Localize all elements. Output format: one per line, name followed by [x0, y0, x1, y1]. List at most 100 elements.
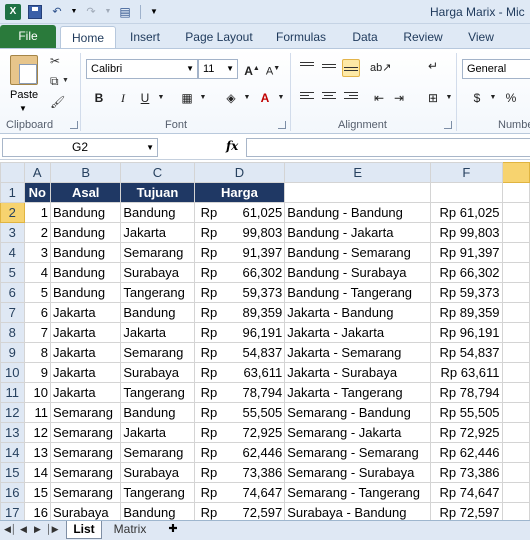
cell-asal[interactable]: Bandung — [50, 202, 122, 223]
next-sheet-icon[interactable]: ▶ — [34, 524, 41, 535]
cell-asal[interactable]: Jakarta — [50, 322, 122, 343]
column-header-e[interactable]: E — [284, 162, 432, 183]
align-right-icon[interactable] — [342, 89, 360, 107]
cell-harga[interactable]: Rp 63,611 — [193, 362, 286, 383]
cell-tujuan[interactable]: Bandung — [120, 402, 195, 423]
cell-route[interactable]: Jakarta - Tangerang — [284, 382, 432, 403]
tab-home[interactable]: Home — [60, 26, 116, 48]
row-header[interactable]: 11 — [0, 382, 25, 403]
cell[interactable] — [501, 262, 530, 283]
copy-icon[interactable]: ⧉ — [50, 73, 59, 89]
cell-asal[interactable]: Jakarta — [50, 362, 122, 383]
cell-price[interactable]: Rp 91,397 — [430, 242, 503, 263]
cell-asal[interactable]: Jakarta — [50, 302, 122, 323]
italic-button[interactable]: I — [114, 89, 132, 107]
cell-price[interactable]: Rp 96,191 — [430, 322, 503, 343]
cell[interactable] — [501, 322, 530, 343]
cell-no[interactable]: 3 — [23, 242, 52, 263]
cell-harga[interactable]: Rp 74,647 — [193, 482, 286, 503]
align-center-icon[interactable] — [320, 89, 338, 107]
cell-tujuan[interactable]: Jakarta — [120, 322, 195, 343]
cell-route[interactable]: Bandung - Semarang — [284, 242, 432, 263]
cell[interactable] — [501, 402, 530, 423]
row-header[interactable]: 14 — [0, 442, 25, 463]
cell-price[interactable]: Rp 66,302 — [430, 262, 503, 283]
cell-tujuan[interactable]: Semarang — [120, 442, 195, 463]
cell[interactable] — [284, 182, 432, 203]
cell-tujuan[interactable]: Semarang — [120, 342, 195, 363]
cell-asal[interactable]: Semarang — [50, 482, 122, 503]
cell[interactable] — [501, 282, 530, 303]
middle-align-icon[interactable] — [320, 59, 338, 77]
font-launcher-icon[interactable] — [278, 121, 286, 129]
insert-function-icon[interactable]: fx — [226, 139, 238, 153]
cell-asal[interactable]: Bandung — [50, 282, 122, 303]
cell-route[interactable]: Jakarta - Semarang — [284, 342, 432, 363]
cell-route[interactable]: Bandung - Surabaya — [284, 262, 432, 283]
cell-harga[interactable]: Rp 96,191 — [193, 322, 286, 343]
cell-route[interactable]: Semarang - Semarang — [284, 442, 432, 463]
currency-dropdown-icon[interactable]: ▼ — [484, 89, 502, 107]
top-align-icon[interactable] — [298, 59, 316, 77]
align-left-icon[interactable] — [298, 89, 316, 107]
paste-icon[interactable] — [10, 55, 38, 85]
row-header[interactable]: 15 — [0, 462, 25, 483]
cell-no[interactable]: 15 — [23, 482, 52, 503]
row-header[interactable]: 13 — [0, 422, 25, 443]
alignment-launcher-icon[interactable] — [444, 121, 452, 129]
customize-qat-icon[interactable]: ▼ — [145, 3, 163, 21]
cell-harga[interactable]: Rp 73,386 — [193, 462, 286, 483]
row-header[interactable]: 7 — [0, 302, 25, 323]
orientation-icon[interactable]: ab↗ — [370, 59, 391, 77]
shrink-font-icon[interactable]: A▼ — [264, 60, 282, 78]
save-icon[interactable] — [26, 3, 44, 21]
undo-icon[interactable]: ↶ — [48, 3, 66, 21]
font-name-dropdown-icon[interactable]: ▼ — [186, 60, 194, 78]
name-box[interactable]: G2 ▼ — [2, 138, 158, 157]
row-header[interactable]: 12 — [0, 402, 25, 423]
format-painter-icon[interactable]: 🖌 — [50, 94, 65, 110]
cell-route[interactable]: Bandung - Tangerang — [284, 282, 432, 303]
borders-dropdown-icon[interactable]: ▼ — [194, 89, 212, 107]
grow-font-icon[interactable]: A▲ — [243, 60, 261, 78]
increase-indent-icon[interactable]: ⇥ — [390, 89, 408, 107]
cell-price[interactable]: Rp 99,803 — [430, 222, 503, 243]
header-cell-tujuan[interactable]: Tujuan — [120, 182, 195, 203]
tab-insert[interactable]: Insert — [122, 26, 168, 48]
redo-dropdown-icon[interactable]: ▼ — [104, 3, 112, 21]
cell[interactable] — [501, 362, 530, 383]
cut-icon[interactable]: ✂ — [50, 53, 60, 69]
cell-harga[interactable]: Rp 89,359 — [193, 302, 286, 323]
cell-no[interactable]: 6 — [23, 302, 52, 323]
column-header-d[interactable]: D — [193, 162, 286, 183]
row-header[interactable]: 3 — [0, 222, 25, 243]
cell-no[interactable]: 2 — [23, 222, 52, 243]
cell-route[interactable]: Jakarta - Jakarta — [284, 322, 432, 343]
header-cell-no[interactable]: No — [23, 182, 52, 203]
first-sheet-icon[interactable]: ◀│ — [4, 524, 17, 535]
cell[interactable] — [501, 242, 530, 263]
row-header[interactable]: 9 — [0, 342, 25, 363]
cell-no[interactable]: 11 — [23, 402, 52, 423]
cell-price[interactable]: Rp 72,925 — [430, 422, 503, 443]
cell-route[interactable]: Bandung - Bandung — [284, 202, 432, 223]
cell[interactable] — [501, 462, 530, 483]
tab-file[interactable]: File — [0, 25, 56, 48]
cell-tujuan[interactable]: Bandung — [120, 202, 195, 223]
excel-logo-icon[interactable]: X — [4, 3, 22, 21]
cell-harga[interactable]: Rp 66,302 — [193, 262, 286, 283]
cell-harga[interactable]: Rp 61,025 — [193, 202, 286, 223]
column-header-f[interactable]: F — [430, 162, 503, 183]
tab-view[interactable]: View — [462, 26, 500, 48]
cell-no[interactable]: 9 — [23, 362, 52, 383]
cell-no[interactable]: 5 — [23, 282, 52, 303]
cell-tujuan[interactable]: Surabaya — [120, 462, 195, 483]
name-box-dropdown-icon[interactable]: ▼ — [146, 139, 154, 156]
cell[interactable] — [430, 182, 503, 203]
row-header[interactable]: 10 — [0, 362, 25, 383]
cell-price[interactable]: Rp 73,386 — [430, 462, 503, 483]
cell-tujuan[interactable]: Bandung — [120, 302, 195, 323]
paste-dropdown-icon[interactable]: ▼ — [19, 104, 27, 113]
form-icon[interactable]: ▤ — [116, 3, 134, 21]
cell[interactable] — [501, 342, 530, 363]
